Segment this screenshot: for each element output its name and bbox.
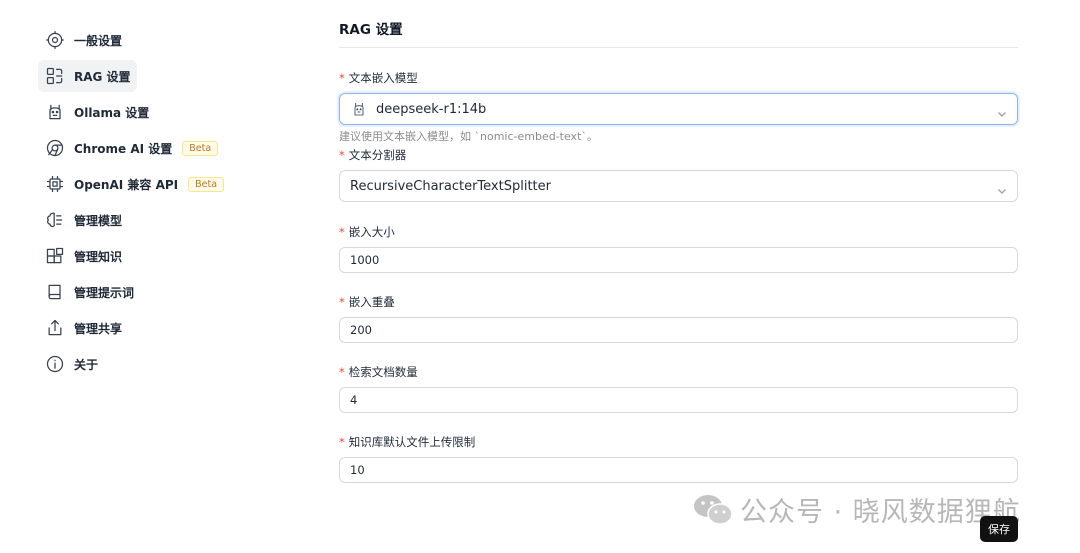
required-mark: * — [339, 71, 345, 85]
blocks-icon — [44, 245, 66, 267]
page-title: RAG 设置 — [339, 22, 403, 38]
sidebar-item-label: RAG 设置 — [74, 69, 131, 84]
label-text: 嵌入重叠 — [348, 295, 395, 309]
embedding-model-help: 建议使用文本嵌入模型，如 `nomic-embed-text`。 — [339, 130, 598, 143]
required-mark: * — [339, 148, 345, 162]
upload-limit-label: * 知识库默认文件上传限制 — [339, 434, 475, 450]
llama-icon — [350, 100, 368, 118]
title-divider — [339, 47, 1018, 48]
beta-badge: Beta — [188, 176, 225, 192]
sidebar-item-label: Ollama 设置 — [74, 105, 150, 120]
wechat-icon — [694, 494, 733, 525]
sidebar-item-manage-prompts[interactable]: 管理提示词 — [38, 276, 140, 308]
chrome-icon — [44, 137, 66, 159]
sidebar-item-label: 管理模型 — [74, 213, 123, 228]
sidebar-item-label: 管理提示词 — [74, 285, 135, 300]
required-mark: * — [339, 295, 345, 309]
sidebar-item-openai-api[interactable]: OpenAI 兼容 API Beta — [38, 168, 230, 200]
brain-icon — [44, 209, 66, 231]
chevron-down-icon — [997, 104, 1007, 117]
sidebar-item-label: 管理共享 — [74, 321, 123, 336]
required-mark: * — [339, 435, 345, 449]
watermark-text: 公众号 · 晓风数据狸航 — [740, 497, 1021, 528]
label-text: 嵌入大小 — [348, 225, 395, 239]
label-text: 文本分割器 — [348, 148, 407, 162]
beta-badge: Beta — [182, 140, 219, 156]
sidebar-item-label: 管理知识 — [74, 249, 123, 264]
sidebar-item-label: 一般设置 — [74, 33, 123, 48]
embedding-model-select[interactable]: deepseek-r1:14b — [339, 93, 1018, 125]
retrieval-count-input[interactable] — [339, 387, 1018, 413]
book-icon — [44, 281, 66, 303]
sidebar-item-label: OpenAI 兼容 API — [74, 177, 179, 192]
chevron-down-icon — [997, 181, 1007, 194]
settings-sidebar: 一般设置 RAG 设置 Ollama 设置 Chrome AI 设置 Beta … — [38, 24, 278, 384]
save-button[interactable]: 保存 — [980, 516, 1018, 542]
splitter-label: * 文本分割器 — [339, 147, 406, 163]
sidebar-item-about[interactable]: 关于 — [38, 348, 104, 380]
sidebar-item-label: 关于 — [74, 357, 99, 372]
chunk-size-input[interactable] — [339, 247, 1018, 273]
label-text: 知识库默认文件上传限制 — [348, 435, 476, 449]
sidebar-item-manage-models[interactable]: 管理模型 — [38, 204, 128, 236]
cpu-chip-icon — [44, 173, 66, 195]
chunk-size-label: * 嵌入大小 — [339, 224, 395, 240]
required-mark: * — [339, 225, 345, 239]
llama-icon — [44, 101, 66, 123]
chunk-overlap-label: * 嵌入重叠 — [339, 294, 395, 310]
settings-cog-icon — [44, 29, 66, 51]
embedding-model-label: * 文本嵌入模型 — [339, 70, 418, 86]
chunk-overlap-input[interactable] — [339, 317, 1018, 343]
sidebar-item-ollama[interactable]: Ollama 设置 — [38, 96, 155, 128]
rag-icon — [44, 65, 66, 87]
share-icon — [44, 317, 66, 339]
label-text: 检索文档数量 — [348, 365, 418, 379]
select-value: deepseek-r1:14b — [376, 101, 487, 117]
sidebar-item-chrome-ai[interactable]: Chrome AI 设置 Beta — [38, 132, 224, 164]
required-mark: * — [339, 365, 345, 379]
sidebar-item-manage-sharing[interactable]: 管理共享 — [38, 312, 128, 344]
label-text: 文本嵌入模型 — [348, 71, 418, 85]
upload-limit-input[interactable] — [339, 457, 1018, 483]
sidebar-item-rag[interactable]: RAG 设置 — [38, 60, 137, 92]
info-icon — [44, 353, 66, 375]
sidebar-item-manage-knowledge[interactable]: 管理知识 — [38, 240, 128, 272]
sidebar-item-general[interactable]: 一般设置 — [38, 24, 128, 56]
select-value: RecursiveCharacterTextSplitter — [350, 178, 551, 194]
text-splitter-select[interactable]: RecursiveCharacterTextSplitter — [339, 170, 1018, 202]
sidebar-item-label: Chrome AI 设置 — [74, 141, 173, 156]
retrieval-count-label: * 检索文档数量 — [339, 364, 418, 380]
wechat-watermark: 公众号 · 晓风数据狸航 — [692, 490, 1021, 529]
